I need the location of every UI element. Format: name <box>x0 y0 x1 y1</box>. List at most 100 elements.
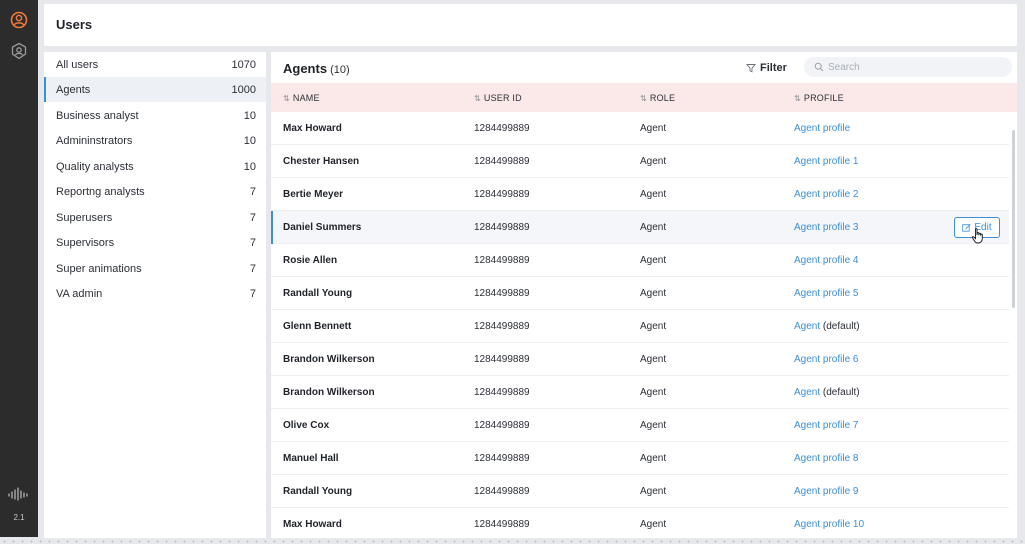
category-count: 1070 <box>231 58 256 71</box>
sort-icon: ⇅ <box>474 93 481 103</box>
cell-user-id: 1284499889 <box>474 222 530 233</box>
category-item-quality-analysts[interactable]: Quality analysts 10 <box>44 154 266 179</box>
category-item-supervisors[interactable]: Supervisors 7 <box>44 230 266 255</box>
profile-link[interactable]: Agent profile 8 <box>794 453 859 464</box>
table-row[interactable]: Randall Young 1284499889 Agent Agent pro… <box>271 475 1009 508</box>
column-header-label: PROFILE <box>803 93 844 103</box>
cell-role: Agent <box>640 486 667 497</box>
category-count: 7 <box>249 236 256 249</box>
column-header-user-id[interactable]: ⇅ USER ID <box>474 93 522 103</box>
category-label: Quality analysts <box>56 160 134 173</box>
app-rail: 2.1 <box>0 0 38 537</box>
category-item-agents[interactable]: Agents 1000 <box>44 77 266 102</box>
cell-name: Manuel Hall <box>283 453 339 464</box>
cell-name: Bertie Meyer <box>283 189 344 200</box>
category-item-administrators[interactable]: Admininstrators 10 <box>44 128 266 153</box>
profile-link[interactable]: Agent profile <box>794 123 850 134</box>
search-box <box>804 57 1012 77</box>
table-row[interactable]: Randall Young 1284499889 Agent Agent pro… <box>271 277 1009 310</box>
cell-profile: Agent (default) <box>794 387 860 398</box>
app-version: 2.1 <box>13 513 25 522</box>
category-item-reporting-analysts[interactable]: Reportng analysts 7 <box>44 179 266 204</box>
profile-link[interactable]: Agent profile 7 <box>794 420 859 431</box>
table-scrollbar[interactable] <box>1012 130 1015 308</box>
table-row[interactable]: Chester Hansen 1284499889 Agent Agent pr… <box>271 145 1009 178</box>
cell-profile: Agent profile 5 <box>794 288 859 299</box>
settings-badge-icon[interactable] <box>8 40 30 62</box>
category-count: 7 <box>249 262 256 275</box>
cell-role: Agent <box>640 156 667 167</box>
column-header-profile[interactable]: ⇅ PROFILE <box>794 93 844 103</box>
filter-icon <box>746 64 756 73</box>
category-count: 7 <box>249 185 256 198</box>
column-header-label: USER ID <box>483 93 522 103</box>
cell-user-id: 1284499889 <box>474 486 530 497</box>
category-label: Business analyst <box>56 109 139 122</box>
profile-link[interactable]: Agent <box>794 387 820 398</box>
profile-link[interactable]: Agent profile 9 <box>794 486 859 497</box>
category-item-super-animations[interactable]: Super animations 7 <box>44 256 266 281</box>
cell-role: Agent <box>640 420 667 431</box>
table-row[interactable]: Max Howard 1284499889 Agent Agent profil… <box>271 508 1009 538</box>
cell-role: Agent <box>640 255 667 266</box>
profile-link[interactable]: Agent profile 2 <box>794 189 859 200</box>
category-item-all-users[interactable]: All users 1070 <box>44 52 266 77</box>
search-input[interactable] <box>828 61 998 73</box>
column-header-name[interactable]: ⇅ NAME <box>283 93 320 103</box>
user-category-list: All users 1070 Agents 1000 Business anal… <box>44 52 266 538</box>
cell-user-id: 1284499889 <box>474 156 530 167</box>
profile-link[interactable]: Agent profile 10 <box>794 519 864 530</box>
profile-link[interactable]: Agent profile 6 <box>794 354 859 365</box>
panel-title-label: Agents <box>283 61 328 76</box>
profile-link[interactable]: Agent <box>794 321 820 332</box>
filter-label: Filter <box>760 62 787 74</box>
table-row[interactable]: Glenn Bennett 1284499889 Agent Agent (de… <box>271 310 1009 343</box>
cell-role: Agent <box>640 519 667 530</box>
filter-button[interactable]: Filter <box>746 60 787 76</box>
cell-name: Olive Cox <box>283 420 330 431</box>
category-count: 7 <box>249 287 256 300</box>
profile-link[interactable]: Agent profile 1 <box>794 156 859 167</box>
cell-profile: Agent profile 7 <box>794 420 859 431</box>
cell-role: Agent <box>640 321 667 332</box>
category-label: Reportng analysts <box>56 185 145 198</box>
table-row[interactable]: Bertie Meyer 1284499889 Agent Agent prof… <box>271 178 1009 211</box>
cell-profile: Agent profile 4 <box>794 255 859 266</box>
cell-user-id: 1284499889 <box>474 255 530 266</box>
cell-name: Randall Young <box>283 288 353 299</box>
cell-role: Agent <box>640 222 667 233</box>
category-label: All users <box>56 58 99 71</box>
category-count: 10 <box>243 160 256 173</box>
user-circle-icon[interactable] <box>8 9 30 31</box>
profile-link[interactable]: Agent profile 3 <box>794 222 859 233</box>
panel-title: Agents (10) <box>283 61 350 76</box>
profile-suffix: (default) <box>820 387 860 398</box>
table-row[interactable]: Max Howard 1284499889 Agent Agent profil… <box>271 112 1009 145</box>
cell-user-id: 1284499889 <box>474 288 530 299</box>
table-row[interactable]: Brandon Wilkerson 1284499889 Agent Agent… <box>271 343 1009 376</box>
cell-user-id: 1284499889 <box>474 420 530 431</box>
cell-role: Agent <box>640 288 667 299</box>
category-item-va-admin[interactable]: VA admin 7 <box>44 281 266 306</box>
cell-name: Brandon Wilkerson <box>283 354 375 365</box>
table-row[interactable]: Manuel Hall 1284499889 Agent Agent profi… <box>271 442 1009 475</box>
profile-link[interactable]: Agent profile 5 <box>794 288 859 299</box>
profile-link[interactable]: Agent profile 4 <box>794 255 859 266</box>
sort-icon: ⇅ <box>794 93 801 103</box>
category-label: Super animations <box>56 262 142 275</box>
table-row[interactable]: Brandon Wilkerson 1284499889 Agent Agent… <box>271 376 1009 409</box>
category-item-business-analyst[interactable]: Business analyst 10 <box>44 103 266 128</box>
cell-profile: Agent profile 3 <box>794 222 859 233</box>
table-row[interactable]: Olive Cox 1284499889 Agent Agent profile… <box>271 409 1009 442</box>
page-title: Users <box>56 17 93 32</box>
hand-cursor-icon <box>971 228 983 244</box>
category-item-superusers[interactable]: Superusers 7 <box>44 205 266 230</box>
table-row[interactable]: Daniel Summers 1284499889 Agent Agent pr… <box>271 211 1009 244</box>
sort-icon: ⇅ <box>640 93 647 103</box>
cell-profile: Agent (default) <box>794 321 860 332</box>
table-row[interactable]: Rosie Allen 1284499889 Agent Agent profi… <box>271 244 1009 277</box>
cell-user-id: 1284499889 <box>474 354 530 365</box>
column-header-role[interactable]: ⇅ ROLE <box>640 93 675 103</box>
panel-title-count: (10) <box>330 64 350 76</box>
cell-role: Agent <box>640 189 667 200</box>
